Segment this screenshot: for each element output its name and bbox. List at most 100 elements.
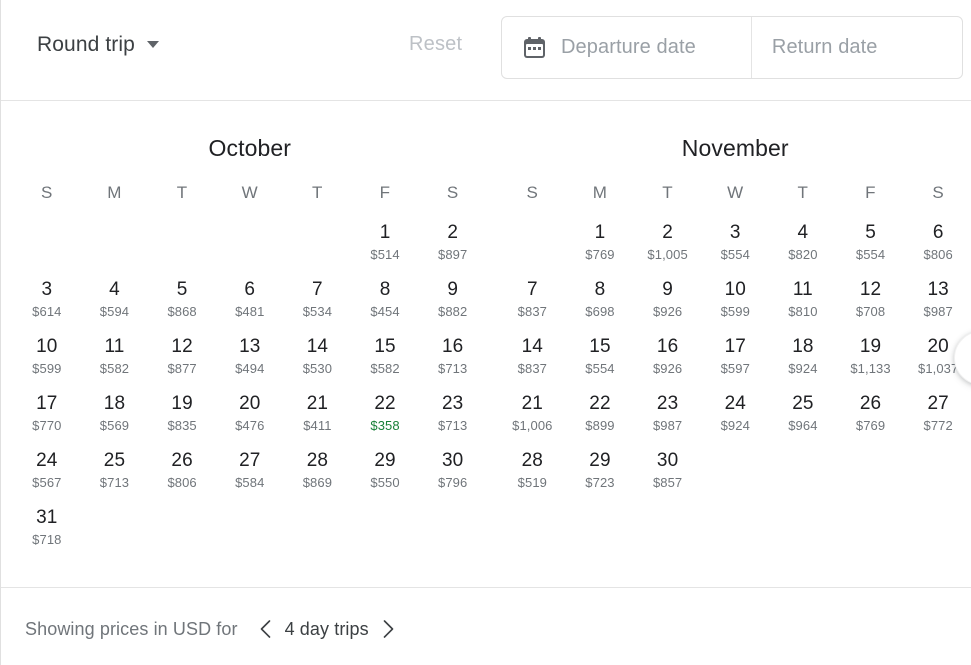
day-price: $1,133 xyxy=(850,361,891,376)
day-cell[interactable]: 25 $713 xyxy=(81,447,149,504)
day-cell[interactable]: 23 $987 xyxy=(634,390,702,447)
day-number: 11 xyxy=(104,336,125,357)
day-cell[interactable]: 24 $567 xyxy=(13,447,81,504)
day-cell[interactable]: 1 $769 xyxy=(566,219,634,276)
day-cell[interactable]: 13 $494 xyxy=(216,333,284,390)
day-cell[interactable]: 19 $835 xyxy=(148,390,216,447)
day-cell[interactable]: 21 $411 xyxy=(284,390,352,447)
day-cell[interactable]: 30 $857 xyxy=(634,447,702,504)
day-number: 14 xyxy=(521,336,543,357)
day-cell[interactable]: 8 $454 xyxy=(351,276,419,333)
day-number: 8 xyxy=(379,279,391,300)
day-cell[interactable]: 18 $569 xyxy=(81,390,149,447)
day-cell[interactable]: 14 $530 xyxy=(284,333,352,390)
day-number: 21 xyxy=(306,393,329,414)
day-cell[interactable]: 17 $597 xyxy=(701,333,769,390)
day-cell[interactable]: 10 $599 xyxy=(13,333,81,390)
day-cell[interactable]: 23 $713 xyxy=(419,390,487,447)
day-cell[interactable]: 2 $897 xyxy=(419,219,487,276)
day-cell[interactable]: 27 $772 xyxy=(904,390,971,447)
day-cell[interactable]: 3 $554 xyxy=(701,219,769,276)
day-cell[interactable]: 24 $924 xyxy=(701,390,769,447)
day-cell[interactable]: 18 $924 xyxy=(769,333,837,390)
day-cell[interactable]: 12 $877 xyxy=(148,333,216,390)
day-number: 6 xyxy=(932,222,944,243)
day-cell[interactable]: 14 $837 xyxy=(499,333,567,390)
day-number: 5 xyxy=(176,279,188,300)
day-number: 3 xyxy=(729,222,741,243)
day-cell[interactable]: 17 $770 xyxy=(13,390,81,447)
chevron-right-icon[interactable] xyxy=(375,616,402,642)
day-cell[interactable]: 30 $796 xyxy=(419,447,487,504)
day-cell[interactable]: 1 $514 xyxy=(351,219,419,276)
day-price: $567 xyxy=(32,475,62,490)
day-cell[interactable]: 31 $718 xyxy=(13,504,81,561)
day-cell[interactable]: 26 $806 xyxy=(148,447,216,504)
day-cell[interactable]: 10 $599 xyxy=(701,276,769,333)
day-cell[interactable]: 28 $869 xyxy=(284,447,352,504)
day-cell[interactable]: 19 $1,133 xyxy=(837,333,905,390)
month-title: October xyxy=(208,135,291,161)
day-cell[interactable]: 22 $358 xyxy=(351,390,419,447)
day-cell[interactable]: 4 $820 xyxy=(769,219,837,276)
day-price: $582 xyxy=(99,361,130,376)
day-price: $519 xyxy=(517,475,547,490)
day-cell[interactable]: 4 $594 xyxy=(81,276,149,333)
day-cell[interactable]: 29 $550 xyxy=(351,447,419,504)
day-cell[interactable]: 20 $476 xyxy=(216,390,284,447)
day-cell[interactable]: 6 $481 xyxy=(216,276,284,333)
departure-date-field[interactable]: Departure date xyxy=(502,17,751,78)
return-date-field[interactable]: Return date xyxy=(750,17,962,78)
weekday-label: T xyxy=(312,183,323,202)
day-cell[interactable]: 27 $584 xyxy=(216,447,284,504)
weekday-label: M xyxy=(592,183,608,202)
day-cell[interactable]: 2 $1,005 xyxy=(634,219,702,276)
day-cell[interactable]: 11 $582 xyxy=(81,333,149,390)
day-cell[interactable]: 11 $810 xyxy=(769,276,837,333)
day-number: 3 xyxy=(41,279,53,300)
day-number: 24 xyxy=(724,393,746,414)
day-number: 8 xyxy=(594,279,606,300)
day-price: $614 xyxy=(32,304,62,319)
day-cell[interactable]: 21 $1,006 xyxy=(499,390,567,447)
day-cell[interactable]: 9 $882 xyxy=(419,276,487,333)
day-price: $769 xyxy=(585,247,615,262)
day-number: 27 xyxy=(239,450,261,471)
weekday-label: F xyxy=(379,183,391,202)
day-price: $924 xyxy=(788,361,818,376)
trip-type-dropdown[interactable]: Round trip xyxy=(31,30,165,59)
day-cell-empty xyxy=(81,219,149,276)
day-number: 22 xyxy=(374,393,396,414)
reset-button[interactable]: Reset xyxy=(409,33,462,56)
day-price: $987 xyxy=(652,418,683,433)
day-cell[interactable]: 15 $582 xyxy=(351,333,419,390)
day-cell[interactable]: 5 $554 xyxy=(837,219,905,276)
day-cell[interactable]: 26 $769 xyxy=(837,390,905,447)
day-price: $713 xyxy=(438,361,468,376)
day-cell[interactable]: 16 $713 xyxy=(419,333,487,390)
day-cell[interactable]: 3 $614 xyxy=(13,276,81,333)
day-number: 28 xyxy=(306,450,329,471)
day-cell[interactable]: 9 $926 xyxy=(634,276,702,333)
day-cell[interactable]: 22 $899 xyxy=(566,390,634,447)
date-fields-group: Departure date Return date xyxy=(501,16,963,79)
day-price: $769 xyxy=(855,418,886,433)
day-cell[interactable]: 12 $708 xyxy=(837,276,905,333)
day-price: $877 xyxy=(167,361,197,376)
day-cell[interactable]: 29 $723 xyxy=(566,447,634,504)
day-cell[interactable]: 8 $698 xyxy=(566,276,634,333)
day-cell[interactable]: 28 $519 xyxy=(499,447,567,504)
day-cell[interactable]: 6 $806 xyxy=(904,219,971,276)
weekday-label: S xyxy=(932,183,944,202)
day-cell[interactable]: 16 $926 xyxy=(634,333,702,390)
day-cell[interactable]: 5 $868 xyxy=(148,276,216,333)
day-cell[interactable]: 25 $964 xyxy=(769,390,837,447)
day-number: 15 xyxy=(589,336,611,357)
day-cell[interactable]: 15 $554 xyxy=(566,333,634,390)
day-number: 12 xyxy=(859,279,882,300)
day-cell[interactable]: 7 $534 xyxy=(284,276,352,333)
day-cell[interactable]: 7 $837 xyxy=(499,276,567,333)
chevron-left-icon[interactable] xyxy=(252,616,279,642)
day-price: $599 xyxy=(32,361,62,376)
day-cell[interactable]: 13 $987 xyxy=(904,276,971,333)
